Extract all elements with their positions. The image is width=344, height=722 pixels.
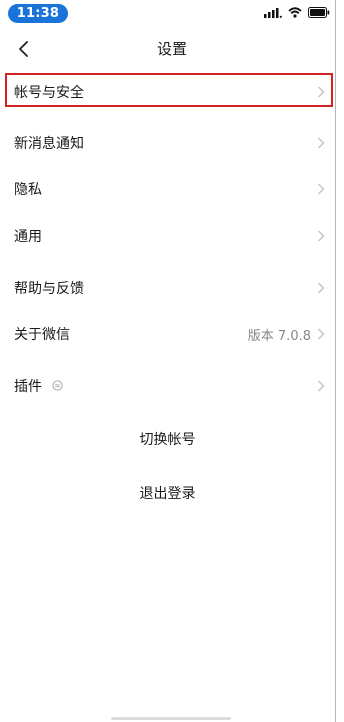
row-general[interactable]: 通用 xyxy=(0,217,335,255)
home-indicator xyxy=(111,717,231,720)
row-plugins[interactable]: 插件 xyxy=(0,367,335,405)
row-label: 帐号与安全 xyxy=(14,85,84,101)
signal-icon xyxy=(264,7,282,18)
row-label: 隐私 xyxy=(14,182,42,198)
row-label: 关于微信 xyxy=(14,327,70,343)
nav-bar: 设置 xyxy=(0,28,344,70)
row-label: 通用 xyxy=(14,229,42,245)
chevron-right-icon xyxy=(318,230,325,242)
wifi-icon xyxy=(288,7,302,18)
chevron-right-icon xyxy=(318,380,325,392)
row-about-wechat[interactable]: 关于微信 版本 7.0.8 xyxy=(0,315,335,353)
plugin-status-icon xyxy=(52,380,63,391)
switch-account-button[interactable]: 切换帐号 xyxy=(0,420,335,458)
status-icons xyxy=(264,7,330,18)
row-help-feedback[interactable]: 帮助与反馈 xyxy=(0,269,335,307)
row-label: 帮助与反馈 xyxy=(14,281,84,297)
chevron-right-icon xyxy=(318,183,325,195)
version-value: 版本 7.0.8 xyxy=(247,329,311,344)
row-label: 插件 xyxy=(14,379,42,395)
battery-icon xyxy=(308,7,330,18)
row-new-message-notification[interactable]: 新消息通知 xyxy=(0,124,335,162)
logout-button[interactable]: 退出登录 xyxy=(0,474,335,512)
chevron-right-icon xyxy=(318,282,325,294)
chevron-right-icon xyxy=(318,328,325,340)
chevron-right-icon xyxy=(318,86,325,98)
chevron-right-icon xyxy=(318,137,325,149)
screen-edge-line xyxy=(335,0,336,722)
row-privacy[interactable]: 隐私 xyxy=(0,170,335,208)
row-account-security[interactable]: 帐号与安全 xyxy=(0,73,335,111)
page-title: 设置 xyxy=(156,40,187,58)
row-label: 新消息通知 xyxy=(14,136,84,152)
status-time: 11:38 xyxy=(8,4,68,23)
screen-right-edge xyxy=(335,0,344,722)
status-bar: 11:38 xyxy=(0,0,344,28)
